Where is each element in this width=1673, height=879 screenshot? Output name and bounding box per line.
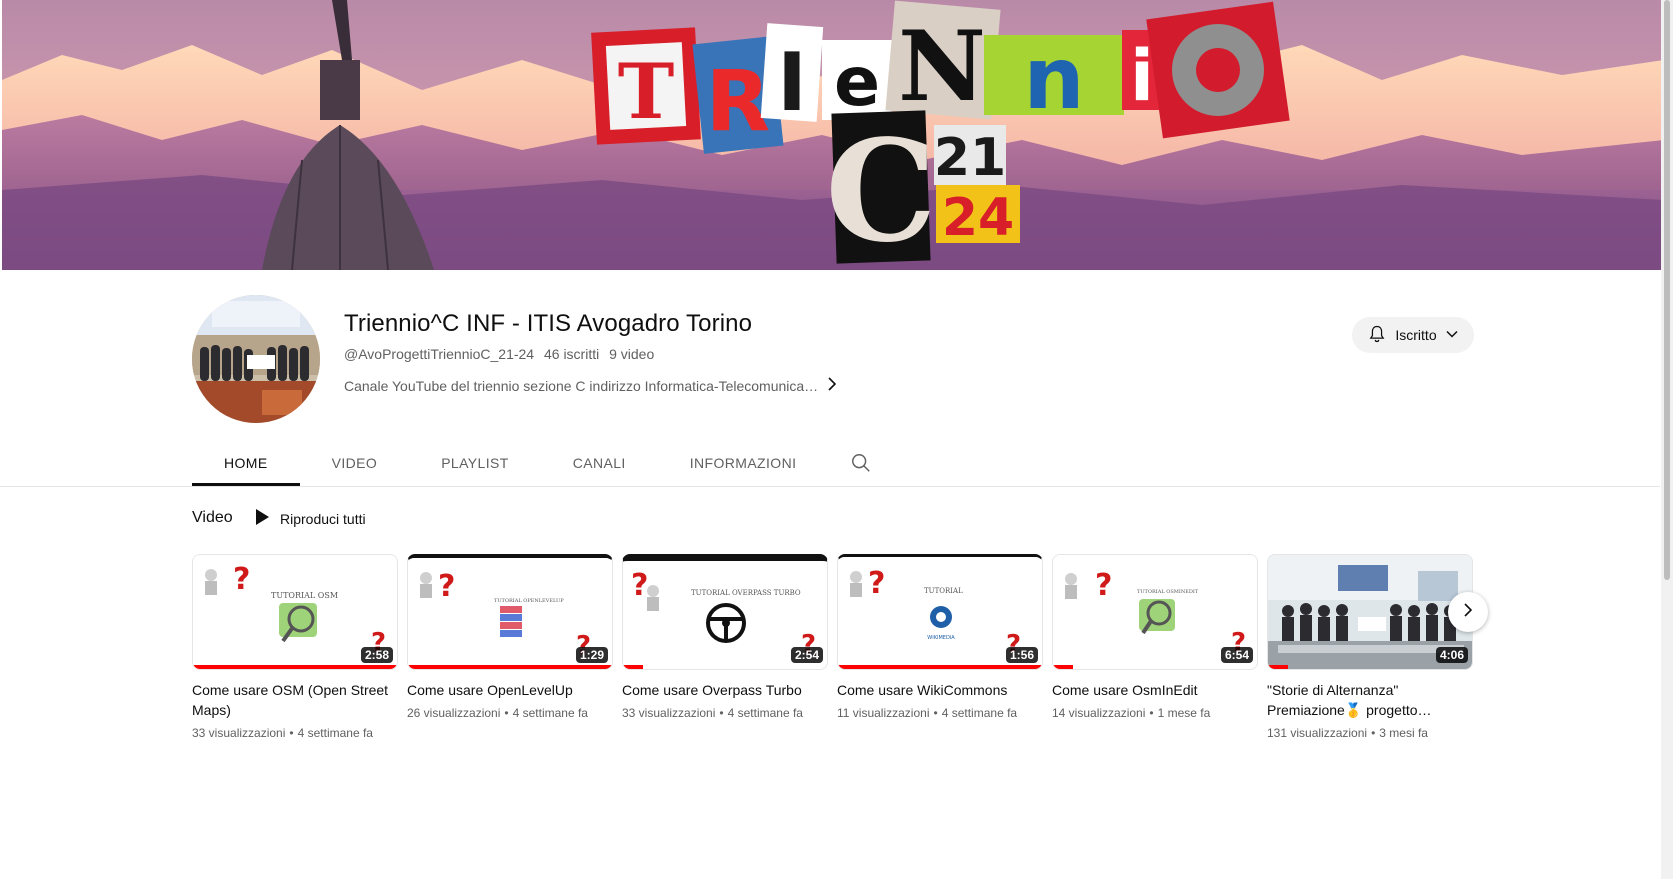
thumbnail-caption: TUTORIAL OPENLEVELUP [494, 598, 564, 604]
scrollbar-thumb[interactable] [1664, 0, 1670, 580]
upload-age: 4 settimane fa [727, 706, 803, 720]
channel-avatar[interactable] [192, 295, 320, 423]
video-thumbnail[interactable]: ? ? TUTORIAL OSM 2:58 [192, 554, 398, 670]
video-thumbnail[interactable]: ? ? TUTORIAL OPENLEVELUP 1:29 [407, 554, 613, 670]
thumbnail-caption: TUTORIAL OVERPASS TURBO [691, 589, 801, 597]
tab-video[interactable]: VIDEO [300, 440, 410, 486]
video-meta: 33 visualizzazioni • 4 settimane fa [622, 706, 803, 720]
video-thumbnail[interactable]: ? WIKIMEDIA ? TUTORIAL 1:56 [837, 554, 1043, 670]
thumbnail-caption: TUTORIAL [924, 587, 963, 595]
watch-progress [1053, 665, 1074, 669]
svg-text:?: ? [868, 566, 885, 601]
upload-age: 3 mesi fa [1379, 726, 1428, 740]
tab-canali[interactable]: CANALI [541, 440, 658, 486]
tab-playlist[interactable]: PLAYLIST [409, 440, 541, 486]
video-duration: 2:54 [790, 647, 823, 663]
subscribed-button[interactable]: Iscritto [1352, 317, 1474, 353]
video-title[interactable]: Come usare OpenLevelUp [407, 680, 613, 700]
banner-artwork: T R I e N n i C 21 24 [2, 0, 1664, 270]
svg-text:?: ? [631, 568, 648, 603]
shelf-next-button[interactable] [1448, 592, 1488, 632]
upload-age: 4 settimane fa [297, 726, 373, 740]
svg-text:?: ? [438, 569, 455, 604]
video-title[interactable]: Come usare Overpass Turbo [622, 680, 828, 700]
watch-progress [623, 665, 644, 669]
video-meta: 33 visualizzazioni • 4 settimane fa [192, 726, 373, 740]
page-scrollbar[interactable] [1661, 0, 1673, 879]
svg-text:C: C [825, 110, 936, 270]
video-card[interactable]: ? ? TUTORIAL OSM 2:58 Come usare OSM (Op… [192, 554, 398, 740]
video-thumbnail[interactable]: 4:06 [1267, 554, 1473, 670]
video-meta: 14 visualizzazioni • 1 mese fa [1052, 706, 1211, 720]
view-count: 26 visualizzazioni [407, 706, 501, 720]
view-count: 11 visualizzazioni [837, 706, 930, 720]
video-meta: 131 visualizzazioni • 3 mesi fa [1267, 726, 1428, 740]
video-duration: 1:56 [1005, 647, 1038, 663]
channel-meta: @AvoProgettiTriennioC_21-24 46 iscritti … [344, 346, 660, 362]
video-duration: 6:54 [1220, 647, 1253, 663]
thumbnail-caption: TUTORIAL OSMINEDIT [1137, 589, 1199, 595]
watch-progress [193, 665, 397, 669]
video-thumbnail[interactable]: ? ? TUTORIAL OVERPASS TURBO 2:54 [622, 554, 828, 670]
svg-text:?: ? [233, 562, 250, 597]
play-all-button[interactable]: Riproduci tutti [254, 508, 366, 529]
channel-banner: T R I e N n i C 21 24 [2, 0, 1664, 270]
view-count: 33 visualizzazioni [622, 706, 716, 720]
channel-description[interactable]: Canale YouTube del triennio sezione C in… [344, 378, 818, 394]
upload-age: 4 settimane fa [512, 706, 588, 720]
video-card[interactable]: ? ? TUTORIAL OPENLEVELUP 1:29 Come usare… [407, 554, 613, 720]
channel-name: Triennio^C INF - ITIS Avogadro Torino [344, 310, 753, 337]
watch-progress [408, 665, 612, 669]
search-icon[interactable] [850, 452, 872, 479]
upload-age: 1 mese fa [1157, 706, 1211, 720]
play-icon [254, 508, 270, 529]
tabs-divider [0, 486, 1660, 487]
subscriber-count: 46 iscritti [543, 346, 600, 362]
video-duration: 1:29 [575, 647, 608, 663]
watch-progress [1268, 665, 1289, 669]
svg-text:I: I [777, 36, 807, 129]
video-title[interactable]: "Storie di Alternanza" Premiazione🥇 prog… [1267, 680, 1473, 720]
video-count: 9 video [609, 346, 655, 362]
video-duration: 2:58 [360, 647, 393, 663]
chevron-right-icon[interactable] [826, 376, 838, 397]
avatar-photo [192, 295, 320, 423]
channel-tabs: HOME VIDEO PLAYLIST CANALI INFORMAZIONI [192, 440, 828, 486]
tab-home[interactable]: HOME [192, 440, 300, 486]
bell-icon [1367, 324, 1387, 347]
video-shelf: ? ? TUTORIAL OSM 2:58 Come usare OSM (Op… [192, 554, 1474, 754]
svg-text:R: R [706, 52, 771, 150]
play-all-label: Riproduci tutti [280, 510, 366, 527]
tab-informazioni[interactable]: INFORMAZIONI [658, 440, 829, 486]
video-card[interactable]: 4:06 "Storie di Alternanza" Premiazione🥇… [1267, 554, 1473, 740]
svg-text:WIKIMEDIA: WIKIMEDIA [927, 635, 955, 641]
thumbnail-caption: TUTORIAL OSM [271, 591, 339, 600]
video-title[interactable]: Come usare OSM (Open Street Maps) [192, 680, 398, 720]
view-count: 33 visualizzazioni [192, 726, 286, 740]
video-card[interactable]: ? WIKIMEDIA ? TUTORIAL 1:56 Come usare W… [837, 554, 1043, 720]
svg-text:21: 21 [934, 128, 1006, 188]
video-meta: 26 visualizzazioni • 4 settimane fa [407, 706, 588, 720]
video-duration: 4:06 [1435, 647, 1468, 663]
svg-text:N: N [898, 10, 986, 123]
channel-handle[interactable]: @AvoProgettiTriennioC_21-24 [344, 346, 534, 362]
view-count: 131 visualizzazioni [1267, 726, 1368, 740]
chevron-right-icon [1461, 602, 1475, 623]
video-title[interactable]: Come usare OsmInEdit [1052, 680, 1258, 700]
subscribed-label: Iscritto [1395, 327, 1437, 343]
video-card[interactable]: ? ? TUTORIAL OSMINEDIT 6:54 Come usare O… [1052, 554, 1258, 720]
upload-age: 4 settimane fa [941, 706, 1018, 720]
svg-text:?: ? [1095, 568, 1112, 603]
chevron-down-icon [1445, 327, 1459, 344]
video-card[interactable]: ? ? TUTORIAL OVERPASS TURBO 2:54 Come us… [622, 554, 828, 720]
svg-text:T: T [618, 47, 675, 136]
watch-progress [838, 665, 1042, 669]
section-title: Video [192, 509, 233, 526]
svg-text:24: 24 [942, 188, 1014, 248]
video-title[interactable]: Come usare WikiCommons [837, 680, 1043, 700]
video-thumbnail[interactable]: ? ? TUTORIAL OSMINEDIT 6:54 [1052, 554, 1258, 670]
svg-text:n: n [1023, 29, 1084, 129]
view-count: 14 visualizzazioni [1052, 706, 1146, 720]
video-meta: 11 visualizzazioni • 4 settimane fa [837, 706, 1018, 720]
